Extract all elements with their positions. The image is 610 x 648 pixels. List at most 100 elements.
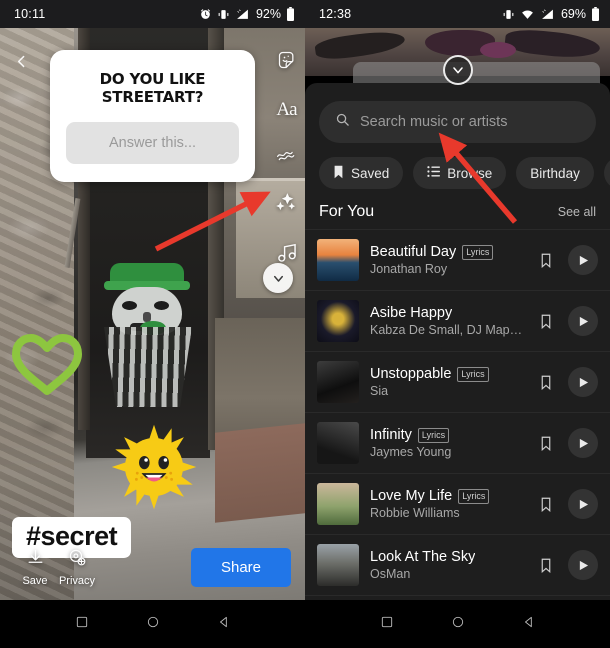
right-phone-music-picker: 12:38 69% Search music or artists Saved …	[305, 0, 610, 648]
battery-icon	[286, 7, 295, 21]
story-bottom-actions: Save Privacy Share	[0, 534, 305, 600]
story-collapse-button[interactable]	[263, 263, 293, 293]
question-sticker[interactable]: DO YOU LIKE STREETART? Answer this...	[50, 50, 255, 182]
table-row[interactable]: Look At The Sky OsMan	[305, 534, 610, 595]
signal-icon	[235, 8, 250, 21]
bookmark-icon[interactable]	[535, 253, 557, 268]
status-clock: 10:11	[14, 7, 46, 21]
table-row[interactable]: Unstoppable Lyrics Sia	[305, 351, 610, 412]
sun-emoji-sticker[interactable]	[110, 423, 198, 511]
text-icon[interactable]: Aa	[276, 99, 297, 121]
play-button[interactable]	[568, 550, 598, 580]
song-artist: Kabza De Small, DJ Maphoris...	[370, 323, 524, 337]
song-title: Asibe Happy	[370, 305, 453, 321]
sheet-collapse-button[interactable]	[442, 55, 473, 85]
share-button[interactable]: Share	[190, 547, 291, 587]
table-row[interactable]: Infinity Lyrics Jaymes Young	[305, 412, 610, 473]
play-button[interactable]	[568, 245, 598, 275]
song-artist: Jaymes Young	[370, 445, 452, 459]
song-artist: Jonathan Roy	[370, 262, 448, 276]
home-icon[interactable]	[146, 615, 160, 634]
bookmark-icon[interactable]	[535, 497, 557, 512]
bookmark-icon[interactable]	[535, 314, 557, 329]
filter-chips: Saved Browse Birthday D	[305, 143, 610, 189]
sticker-icon[interactable]	[277, 50, 297, 75]
table-row[interactable]: Asibe Happy Kabza De Small, DJ Maphoris.…	[305, 290, 610, 351]
editor-tool-rail: Aa	[276, 50, 298, 268]
photo-graffiti-face	[92, 263, 204, 408]
save-action[interactable]: Save	[14, 548, 56, 587]
chip-birthday[interactable]: Birthday	[516, 157, 594, 189]
chip-browse[interactable]: Browse	[413, 157, 507, 189]
recents-icon[interactable]	[75, 615, 89, 634]
back-icon[interactable]	[522, 615, 536, 634]
album-art	[317, 300, 359, 342]
album-art	[317, 544, 359, 586]
right-status-bar: 12:38 69%	[305, 0, 610, 28]
download-icon	[26, 548, 45, 572]
chip-date-night[interactable]: Date Nig	[603, 157, 610, 189]
question-sticker-title: DO YOU LIKE STREETART?	[99, 70, 206, 106]
lyrics-badge: Lyrics	[458, 488, 490, 504]
album-art	[317, 361, 359, 403]
table-row[interactable]: Love My Life Lyrics Robbie Williams	[305, 473, 610, 534]
song-title: Look At The Sky	[370, 549, 476, 565]
play-button[interactable]	[568, 367, 598, 397]
left-phone-story-editor: 10:11 92% Aa DO YOU LIKE STREETART? Answ…	[0, 0, 305, 648]
album-art	[317, 483, 359, 525]
wifi-icon	[520, 8, 535, 21]
save-action-label: Save	[22, 574, 48, 587]
chip-label: Birthday	[530, 165, 580, 181]
song-artist: Sia	[370, 384, 389, 398]
sheet-handle	[353, 62, 600, 84]
battery-icon	[591, 7, 600, 21]
chip-label: Saved	[351, 165, 390, 181]
chip-label: Browse	[447, 165, 493, 181]
dual-screenshot: 10:11 92% Aa DO YOU LIKE STREETART? Answ…	[0, 0, 610, 648]
battery-percent: 92%	[255, 7, 281, 21]
privacy-action[interactable]: Privacy	[56, 548, 98, 587]
status-clock: 12:38	[319, 7, 352, 21]
list-icon	[427, 165, 441, 181]
privacy-action-label: Privacy	[58, 574, 96, 587]
draw-icon[interactable]	[276, 145, 297, 168]
lyrics-badge: Lyrics	[417, 427, 450, 443]
play-button[interactable]	[568, 489, 598, 519]
back-icon[interactable]	[217, 615, 231, 634]
search-input[interactable]	[360, 114, 580, 130]
for-you-section-header: For You See all	[305, 189, 610, 229]
play-button[interactable]	[568, 428, 598, 458]
song-artist: Robbie Williams	[370, 506, 460, 520]
play-button[interactable]	[568, 306, 598, 336]
vibrate-icon	[217, 8, 230, 21]
vibrate-icon	[502, 8, 515, 21]
album-art	[317, 422, 359, 464]
search-icon	[335, 112, 350, 132]
album-art	[317, 239, 359, 281]
bookmark-icon[interactable]	[535, 375, 557, 390]
song-title: Love My Life	[370, 488, 453, 504]
song-title: Unstoppable	[370, 366, 452, 382]
lyrics-badge: Lyrics	[457, 366, 489, 382]
chip-saved[interactable]: Saved	[319, 157, 404, 189]
battery-percent: 69%	[560, 7, 586, 21]
heart-drawing	[10, 331, 84, 397]
photo-brick-slab	[215, 423, 305, 523]
table-row[interactable]: Beautiful Day Lyrics Jonathan Roy	[305, 229, 610, 290]
bookmark-icon[interactable]	[535, 436, 557, 451]
bookmark-icon	[333, 165, 344, 182]
see-all-link[interactable]: See all	[558, 205, 596, 219]
bookmark-icon[interactable]	[535, 558, 557, 573]
right-nav-bar	[305, 600, 610, 648]
alarm-icon	[199, 8, 212, 21]
recents-icon[interactable]	[380, 615, 394, 634]
effects-icon[interactable]	[276, 192, 297, 218]
home-icon[interactable]	[451, 615, 465, 634]
back-button[interactable]	[13, 53, 30, 75]
lyrics-badge: Lyrics	[462, 244, 494, 260]
question-sticker-answer-field[interactable]: Answer this...	[66, 122, 239, 164]
song-title: Infinity	[370, 427, 412, 443]
song-title: Beautiful Day	[370, 244, 457, 260]
search-bar[interactable]	[319, 101, 596, 143]
story-canvas[interactable]: Aa DO YOU LIKE STREETART? Answer this...…	[0, 28, 305, 600]
